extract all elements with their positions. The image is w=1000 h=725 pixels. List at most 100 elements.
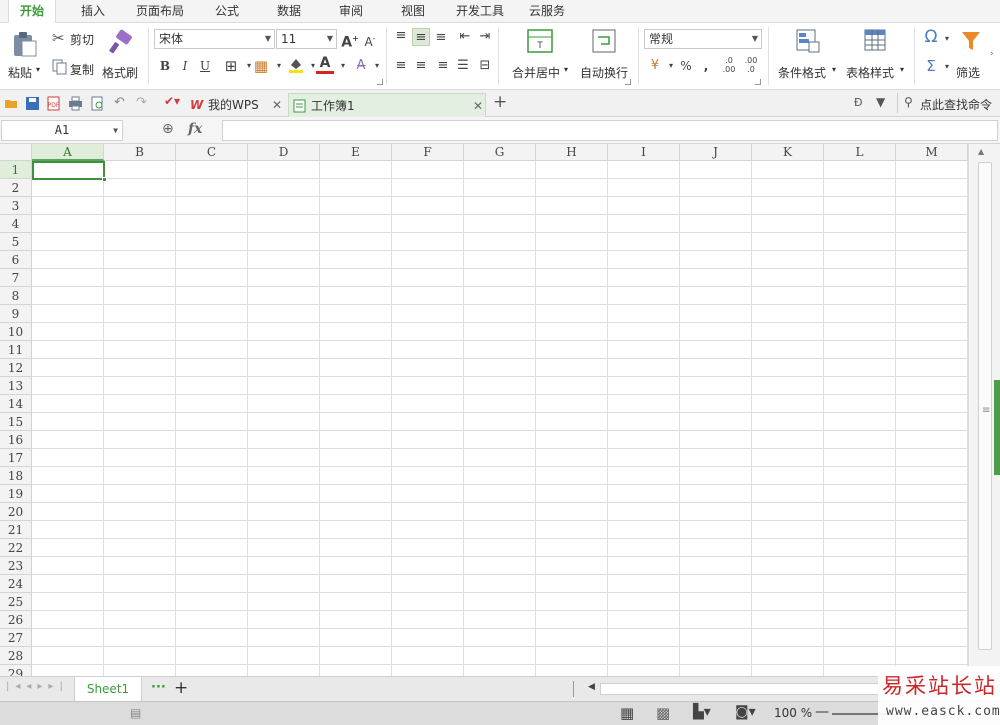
menu-tab-developer[interactable]: 开发工具 [448, 0, 512, 23]
column-header-m[interactable]: M [896, 144, 968, 161]
undo-icon[interactable]: ↶ [114, 95, 129, 110]
open-folder-icon[interactable] [4, 96, 19, 111]
row-header-26[interactable]: 26 [0, 611, 32, 629]
copy-button[interactable]: 复制 [50, 57, 100, 77]
ribbon-scroll-right-icon[interactable]: › [990, 49, 994, 59]
row-header-7[interactable]: 7 [0, 269, 32, 287]
row-header-25[interactable]: 25 [0, 593, 32, 611]
row-header-2[interactable]: 2 [0, 179, 32, 197]
sheet-tab-sheet1[interactable]: Sheet1 [74, 677, 142, 702]
decrease-indent-icon[interactable]: ⇤ [456, 28, 474, 46]
font-dialog-launcher-icon[interactable] [377, 79, 383, 85]
row-header-20[interactable]: 20 [0, 503, 32, 521]
collab-icon[interactable]: Ð [854, 96, 863, 109]
row-header-10[interactable]: 10 [0, 323, 32, 341]
horizontal-scrollbar[interactable] [600, 683, 880, 695]
column-header-j[interactable]: J [680, 144, 752, 161]
formula-input[interactable] [222, 120, 998, 141]
feedback-icon[interactable]: ▼ [876, 95, 885, 109]
row-header-29[interactable]: 29 [0, 665, 32, 676]
command-search[interactable]: ⚲ 点此查找命令 [902, 94, 998, 114]
chevron-down-icon[interactable]: ▾ [270, 57, 288, 75]
active-cell-selection[interactable] [32, 161, 105, 180]
row-header-3[interactable]: 3 [0, 197, 32, 215]
column-header-b[interactable]: B [104, 144, 176, 161]
decrease-decimal-icon[interactable]: .00.0 [742, 56, 760, 74]
row-header-22[interactable]: 22 [0, 539, 32, 557]
name-box[interactable]: A1 ▼ [1, 120, 123, 141]
zoom-search-icon[interactable]: ⊕ [162, 121, 174, 137]
font-name-select[interactable]: 宋体 ▼ [154, 29, 275, 49]
align-right-icon[interactable]: ≡ [434, 57, 452, 75]
zoom-level[interactable]: 100 % [774, 706, 812, 720]
row-header-19[interactable]: 19 [0, 485, 32, 503]
column-header-f[interactable]: F [392, 144, 464, 161]
chevron-down-icon[interactable]: ▾ [334, 57, 352, 75]
row-header-9[interactable]: 9 [0, 305, 32, 323]
row-header-15[interactable]: 15 [0, 413, 32, 431]
increase-decimal-icon[interactable]: .0.00 [720, 56, 738, 74]
percent-button[interactable]: % [677, 57, 695, 75]
macro-record-icon[interactable]: ▤ [130, 706, 141, 720]
menu-tab-page-layout[interactable]: 页面布局 [128, 0, 192, 23]
row-header-14[interactable]: 14 [0, 395, 32, 413]
customize-quick-access-icon[interactable]: ✔▾ [164, 94, 180, 109]
scroll-left-icon[interactable]: ◀ [588, 682, 595, 692]
align-left-icon[interactable]: ≡ [392, 57, 410, 75]
increase-indent-icon[interactable]: ⇥ [476, 28, 494, 46]
bold-button[interactable]: B [156, 57, 174, 75]
column-header-a[interactable]: A [32, 144, 104, 161]
align-dialog-launcher-icon[interactable] [625, 79, 631, 85]
paste-button[interactable]: 粘贴 ▾ [4, 27, 44, 85]
italic-button[interactable]: I [176, 57, 194, 75]
row-header-18[interactable]: 18 [0, 467, 32, 485]
row-header-4[interactable]: 4 [0, 215, 32, 233]
zoom-out-icon[interactable]: — [815, 704, 829, 720]
font-size-select[interactable]: 11 ▼ [276, 29, 337, 49]
row-header-28[interactable]: 28 [0, 647, 32, 665]
normal-view-icon[interactable]: ▦ [620, 704, 634, 722]
distributed-align-icon[interactable]: ⊟ [476, 57, 494, 75]
menu-tab-home[interactable]: 开始 [8, 0, 56, 24]
row-header-11[interactable]: 11 [0, 341, 32, 359]
borders-icon[interactable]: ⊞ [222, 57, 240, 75]
row-header-8[interactable]: 8 [0, 287, 32, 305]
table-style-button[interactable]: 表格样式 ▾ [844, 27, 908, 85]
column-header-d[interactable]: D [248, 144, 320, 161]
column-header-g[interactable]: G [464, 144, 536, 161]
column-header-i[interactable]: I [608, 144, 680, 161]
comma-button[interactable]: , [697, 57, 715, 75]
row-header-23[interactable]: 23 [0, 557, 32, 575]
row-header-16[interactable]: 16 [0, 431, 32, 449]
underline-button[interactable]: U [196, 57, 214, 75]
more-sheets-icon[interactable]: ··· [151, 680, 166, 695]
align-middle-icon[interactable]: ≡ [412, 28, 430, 46]
increase-font-icon[interactable]: A+ [341, 30, 359, 51]
tab-my-wps[interactable]: W 我的WPS ✕ [186, 93, 286, 117]
close-icon[interactable]: ✕ [272, 93, 282, 117]
spreadsheet-grid[interactable]: ABCDEFGHIJKLM 1 2 3 4 5 6 7 8 9 10 11 12 13 14 15 16 17 1… [0, 144, 968, 676]
column-header-e[interactable]: E [320, 144, 392, 161]
close-icon[interactable]: ✕ [473, 94, 483, 118]
conditional-format-button[interactable]: 条件格式 ▾ [776, 27, 840, 85]
menu-tab-insert[interactable]: 插入 [70, 0, 116, 23]
reading-mode-icon[interactable]: ◙▾ [735, 704, 756, 720]
print-icon[interactable] [68, 96, 83, 111]
row-header-24[interactable]: 24 [0, 575, 32, 593]
menu-tab-formulas[interactable]: 公式 [204, 0, 250, 23]
tab-workbook1[interactable]: 工作簿1 ✕ [288, 93, 486, 117]
cell-style-icon[interactable]: ▦ [252, 57, 270, 75]
export-pdf-icon[interactable]: PDF [46, 96, 61, 111]
save-icon[interactable] [25, 96, 40, 111]
column-header-l[interactable]: L [824, 144, 896, 161]
row-header-21[interactable]: 21 [0, 521, 32, 539]
align-top-icon[interactable]: ≡ [392, 27, 410, 45]
row-header-27[interactable]: 27 [0, 629, 32, 647]
menu-tab-review[interactable]: 审阅 [328, 0, 374, 23]
redo-icon[interactable]: ↷ [136, 95, 151, 110]
fill-handle[interactable] [102, 177, 107, 182]
row-header-17[interactable]: 17 [0, 449, 32, 467]
side-panel-toggle[interactable] [994, 380, 1000, 475]
number-dialog-launcher-icon[interactable] [755, 79, 761, 85]
row-header-12[interactable]: 12 [0, 359, 32, 377]
